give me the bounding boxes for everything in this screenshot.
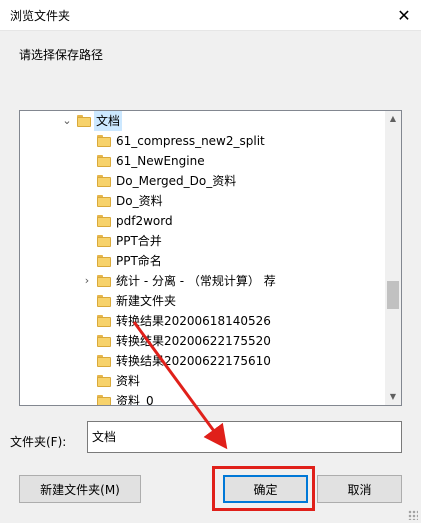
folder-input[interactable]: 文档 (87, 421, 402, 453)
tree-item-label: 资料 (116, 374, 141, 388)
tree-item-label: 新建文件夹 (116, 294, 177, 308)
folder-icon (97, 375, 111, 387)
folder-icon (97, 155, 111, 167)
scroll-thumb[interactable] (387, 281, 399, 309)
folder-icon (97, 295, 111, 307)
cancel-button[interactable]: 取消 (317, 475, 402, 503)
ok-highlight-box (212, 466, 315, 511)
tree-item[interactable]: pdf2word (20, 211, 385, 231)
tree-item[interactable]: 61_compress_new2_split (20, 131, 385, 151)
tree-item[interactable]: Do_资料 (20, 191, 385, 211)
chevron-down-icon[interactable]: ⌄ (61, 111, 73, 131)
tree-item-label: Do_资料 (116, 194, 163, 208)
tree-item[interactable]: 资料_0 (20, 391, 385, 406)
tree-item[interactable]: 转换结果20200622175520 (20, 331, 385, 351)
tree-item[interactable]: PPT命名 (20, 251, 385, 271)
folder-icon (97, 175, 111, 187)
tree-item-label: 转换结果20200618140526 (116, 314, 271, 328)
folder-field-label: 文件夹(F): (10, 435, 67, 449)
scroll-up-icon[interactable]: ▲ (385, 111, 401, 127)
tree-item-label: 61_compress_new2_split (116, 134, 265, 148)
tree-item[interactable]: › 统计 - 分离 - （常规计算） 荐 (20, 271, 385, 291)
tree-item-label: Do_Merged_Do_资料 (116, 174, 237, 188)
tree-item-label: PPT命名 (116, 254, 162, 268)
folder-icon (97, 215, 111, 227)
folder-icon (97, 235, 111, 247)
tree-item-label: 文档 (94, 111, 123, 131)
folder-icon (97, 275, 111, 287)
tree-item-label: 转换结果20200622175520 (116, 334, 271, 348)
tree-item[interactable]: 转换结果20200622175610 (20, 351, 385, 371)
resize-grip[interactable] (408, 510, 418, 520)
scroll-down-icon[interactable]: ▼ (385, 389, 401, 405)
tree-item[interactable]: PPT合并 (20, 231, 385, 251)
folder-icon (97, 315, 111, 327)
tree-item-label: 61_NewEngine (116, 154, 205, 168)
folder-icon (77, 115, 91, 127)
tree-item[interactable]: 资料 (20, 371, 385, 391)
folder-icon (97, 135, 111, 147)
tree-item-label: PPT合并 (116, 234, 162, 248)
dialog-prompt: 请选择保存路径 (19, 48, 104, 62)
tree-item[interactable]: 61_NewEngine (20, 151, 385, 171)
title-bar: 浏览文件夹 ✕ (0, 0, 421, 31)
folder-icon (97, 395, 111, 405)
tree-item-label: 转换结果20200622175610 (116, 354, 271, 368)
folder-icon (97, 335, 111, 347)
tree-item[interactable]: Do_Merged_Do_资料 (20, 171, 385, 191)
new-folder-button[interactable]: 新建文件夹(M) (19, 475, 141, 503)
chevron-right-icon[interactable]: › (81, 271, 93, 291)
vertical-scrollbar[interactable]: ▲ ▼ (385, 111, 401, 405)
tree-item[interactable]: 转换结果20200618140526 (20, 311, 385, 331)
tree-items: ⌄ 文档 61_compress_new2_split 61_NewEngine Do_… (20, 111, 385, 406)
folder-tree[interactable]: ⌄ 文档 61_compress_new2_split 61_NewEngine Do_… (19, 110, 402, 406)
folder-icon (97, 355, 111, 367)
folder-icon (97, 255, 111, 267)
close-icon[interactable]: ✕ (387, 0, 421, 30)
tree-item-label: pdf2word (116, 214, 173, 228)
tree-item-label: 资料_0 (116, 394, 154, 406)
window-title: 浏览文件夹 (10, 9, 71, 23)
folder-icon (97, 195, 111, 207)
tree-item-label: 统计 - 分离 - （常规计算） 荐 (116, 274, 276, 288)
tree-item[interactable]: 新建文件夹 (20, 291, 385, 311)
tree-item[interactable]: ⌄ 文档 (20, 111, 385, 131)
